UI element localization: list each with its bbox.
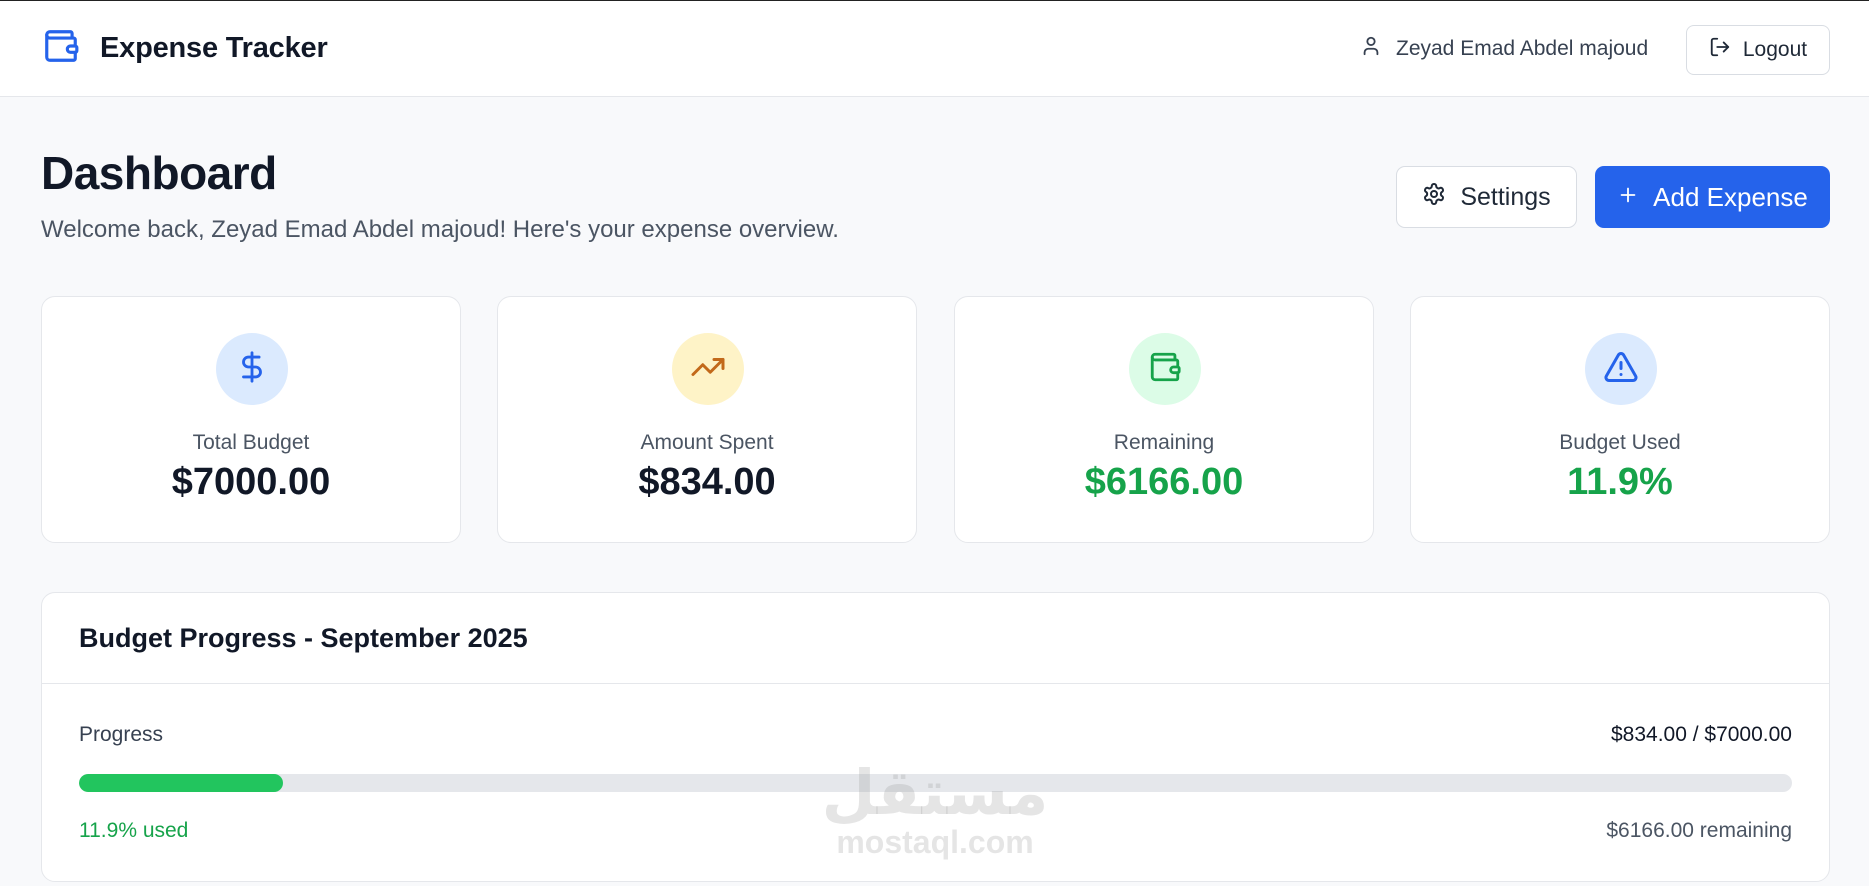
page-title: Dashboard	[41, 147, 277, 199]
gear-icon	[1422, 182, 1446, 213]
progress-amount: $834.00 / $7000.00	[1610, 723, 1792, 746]
trending-up-icon	[690, 349, 726, 390]
progress-used-text: 11.9% used	[79, 819, 189, 842]
brand[interactable]: Expense Tracker	[42, 27, 328, 70]
add-expense-button[interactable]: Add Expense	[1595, 166, 1830, 228]
watermark: مستقل mostaql.com	[820, 756, 1050, 861]
budget-progress-title: Budget Progress - September 2025	[79, 623, 528, 653]
stat-value: $7000.00	[171, 461, 331, 503]
stat-card-budget-used: Budget Used 11.9%	[1410, 296, 1830, 543]
stat-icon-circle	[672, 333, 744, 405]
app-title: Expense Tracker	[100, 32, 328, 64]
progress-remaining-text: $6166.00 remaining	[1606, 819, 1792, 842]
stat-label: Amount Spent	[640, 431, 774, 454]
progress-bar-fill	[79, 774, 283, 792]
stat-card-remaining: Remaining $6166.00	[954, 296, 1374, 543]
progress-label: Progress	[79, 723, 164, 746]
stat-value: 11.9%	[1567, 461, 1673, 503]
plus-icon	[1617, 182, 1639, 213]
wallet-icon	[42, 27, 80, 70]
divider	[42, 683, 1829, 684]
stat-value: $834.00	[638, 461, 776, 503]
top-header: Expense Tracker Zeyad Emad Abdel majoud …	[0, 0, 1869, 97]
logout-label: Logout	[1742, 38, 1808, 61]
stat-icon-circle	[1585, 333, 1657, 405]
dollar-icon	[235, 350, 269, 389]
stat-card-amount-spent: Amount Spent $834.00	[497, 296, 917, 543]
warning-icon	[1603, 349, 1639, 390]
stat-label: Remaining	[1113, 431, 1215, 454]
user-info: Zeyad Emad Abdel majoud	[1360, 35, 1648, 63]
watermark-arabic: مستقل	[821, 756, 1049, 829]
wallet-icon	[1148, 350, 1182, 389]
stat-value: $6166.00	[1084, 461, 1244, 503]
settings-label: Settings	[1460, 182, 1551, 211]
watermark-latin: mostaql.com	[836, 824, 1034, 860]
settings-button[interactable]: Settings	[1396, 166, 1577, 228]
stat-label: Total Budget	[192, 431, 310, 454]
stat-icon-circle	[1129, 333, 1201, 405]
logout-icon	[1709, 36, 1731, 64]
logout-button[interactable]: Logout	[1686, 25, 1830, 75]
add-expense-label: Add Expense	[1653, 181, 1808, 212]
stat-label: Budget Used	[1559, 431, 1681, 454]
stat-card-total-budget: Total Budget $7000.00	[41, 296, 461, 543]
stat-icon-circle	[216, 333, 288, 405]
page-subtitle: Welcome back, Zeyad Emad Abdel majoud! H…	[41, 216, 839, 243]
user-icon	[1360, 35, 1382, 63]
user-name: Zeyad Emad Abdel majoud	[1396, 37, 1649, 60]
